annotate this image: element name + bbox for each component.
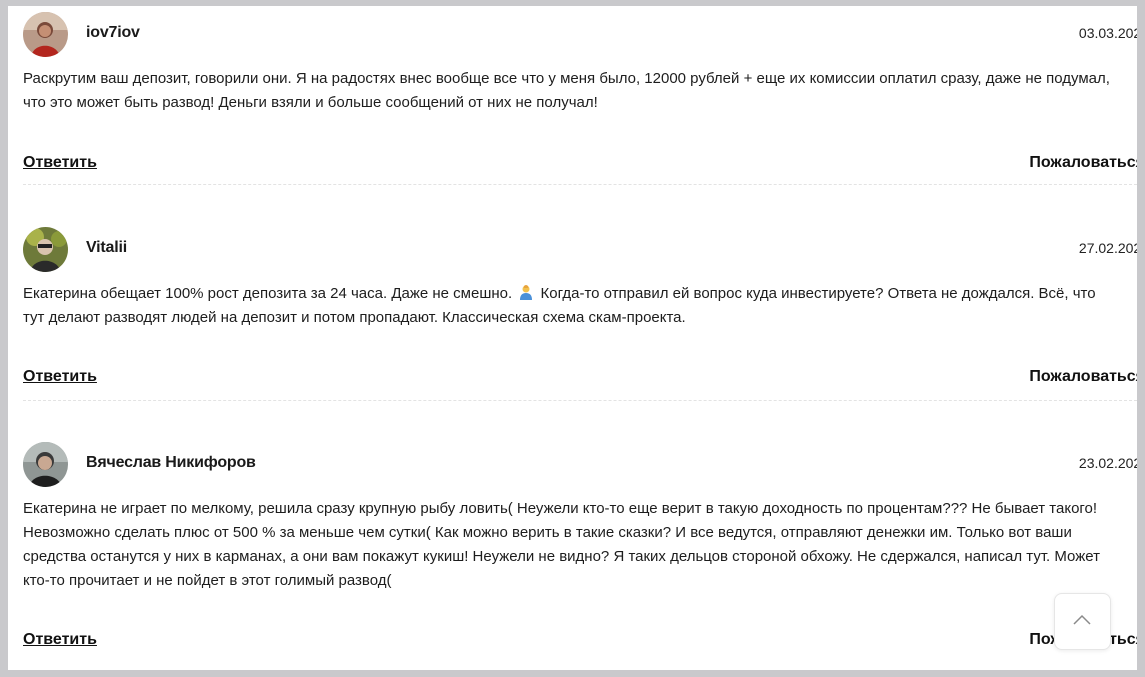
divider — [23, 400, 1137, 401]
review-text: Екатерина не играет по мелкому, решила с… — [23, 500, 1100, 589]
avatar[interactable] — [23, 12, 68, 57]
chevron-up-icon — [1073, 614, 1091, 625]
review-author[interactable]: Vitalii — [86, 239, 127, 257]
reply-link[interactable]: Ответить — [23, 368, 97, 386]
review-author[interactable]: iov7iov — [86, 24, 140, 42]
reviews-panel: iov7iov 03.03.2025 Раскрутим ваш депозит… — [8, 6, 1137, 670]
review-text: Раскрутим ваш депозит, говорили они. Я н… — [23, 70, 1110, 111]
report-link[interactable]: Пожаловаться — [1029, 154, 1137, 172]
divider — [23, 184, 1137, 185]
reply-link[interactable]: Ответить — [23, 154, 97, 172]
avatar[interactable] — [23, 227, 68, 272]
review-card: iov7iov 03.03.2025 Раскрутим ваш депозит… — [23, 12, 1137, 182]
review-text-part: Екатерина обещает 100% рост депозита за … — [23, 285, 513, 302]
review-text: Екатерина обещает 100% рост депозита за … — [23, 282, 1118, 330]
reply-link[interactable]: Ответить — [23, 631, 97, 649]
review-date: 03.03.2025 — [1078, 25, 1137, 41]
person-shrugging-emoji — [519, 284, 533, 300]
review-date: 23.02.2025 — [1078, 455, 1137, 471]
review-card: Вячеслав Никифоров 23.02.2025 Екатерина … — [23, 442, 1137, 670]
review-card: Vitalii 27.02.2025 Екатерина обещает 100… — [23, 227, 1137, 397]
review-date: 27.02.2025 — [1078, 240, 1137, 256]
review-author[interactable]: Вячеслав Никифоров — [86, 454, 256, 472]
report-link[interactable]: Пожаловаться — [1029, 368, 1137, 386]
avatar[interactable] — [23, 442, 68, 487]
scroll-to-top-button[interactable] — [1054, 593, 1111, 650]
